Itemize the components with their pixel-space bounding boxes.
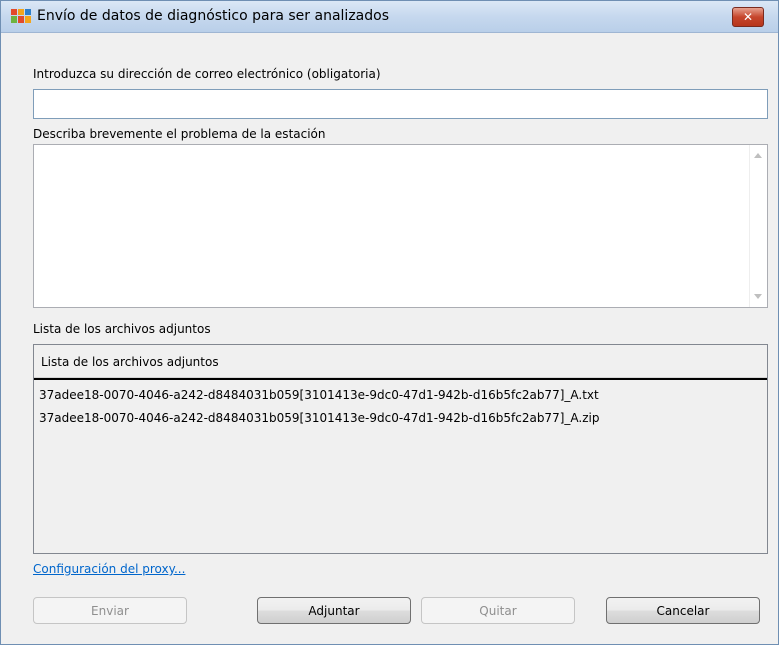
email-label: Introduzca su dirección de correo electr… [33, 67, 381, 81]
header-divider [34, 378, 767, 380]
close-icon: ✕ [742, 10, 754, 24]
send-button[interactable]: Enviar [33, 597, 187, 624]
cancel-button[interactable]: Cancelar [606, 597, 760, 624]
email-field[interactable] [33, 89, 768, 119]
close-button[interactable]: ✕ [732, 7, 764, 27]
scroll-up-arrow-icon[interactable] [754, 153, 762, 158]
description-textarea[interactable] [33, 144, 768, 308]
proxy-settings-link[interactable]: Configuración del proxy... [33, 562, 185, 576]
remove-button[interactable]: Quitar [421, 597, 575, 624]
description-scrollbar[interactable] [749, 145, 767, 307]
description-label: Describa brevemente el problema de la es… [33, 127, 326, 141]
list-item[interactable]: 37adee18-0070-4046-a242-d8484031b059[310… [39, 388, 599, 402]
scroll-down-arrow-icon[interactable] [754, 294, 762, 299]
dialog-window: Envío de datos de diagnóstico para ser a… [0, 0, 779, 645]
avg-logo-icon [11, 9, 31, 23]
attachments-list[interactable]: Lista de los archivos adjuntos 37adee18-… [33, 344, 768, 554]
window-title: Envío de datos de diagnóstico para ser a… [37, 8, 389, 24]
attach-button[interactable]: Adjuntar [257, 597, 411, 624]
title-bar: Envío de datos de diagnóstico para ser a… [1, 1, 778, 33]
list-column-header[interactable]: Lista de los archivos adjuntos [34, 345, 767, 378]
list-item[interactable]: 37adee18-0070-4046-a242-d8484031b059[310… [39, 411, 599, 425]
attachments-label: Lista de los archivos adjuntos [33, 322, 211, 336]
list-column-header-label: Lista de los archivos adjuntos [41, 355, 219, 369]
